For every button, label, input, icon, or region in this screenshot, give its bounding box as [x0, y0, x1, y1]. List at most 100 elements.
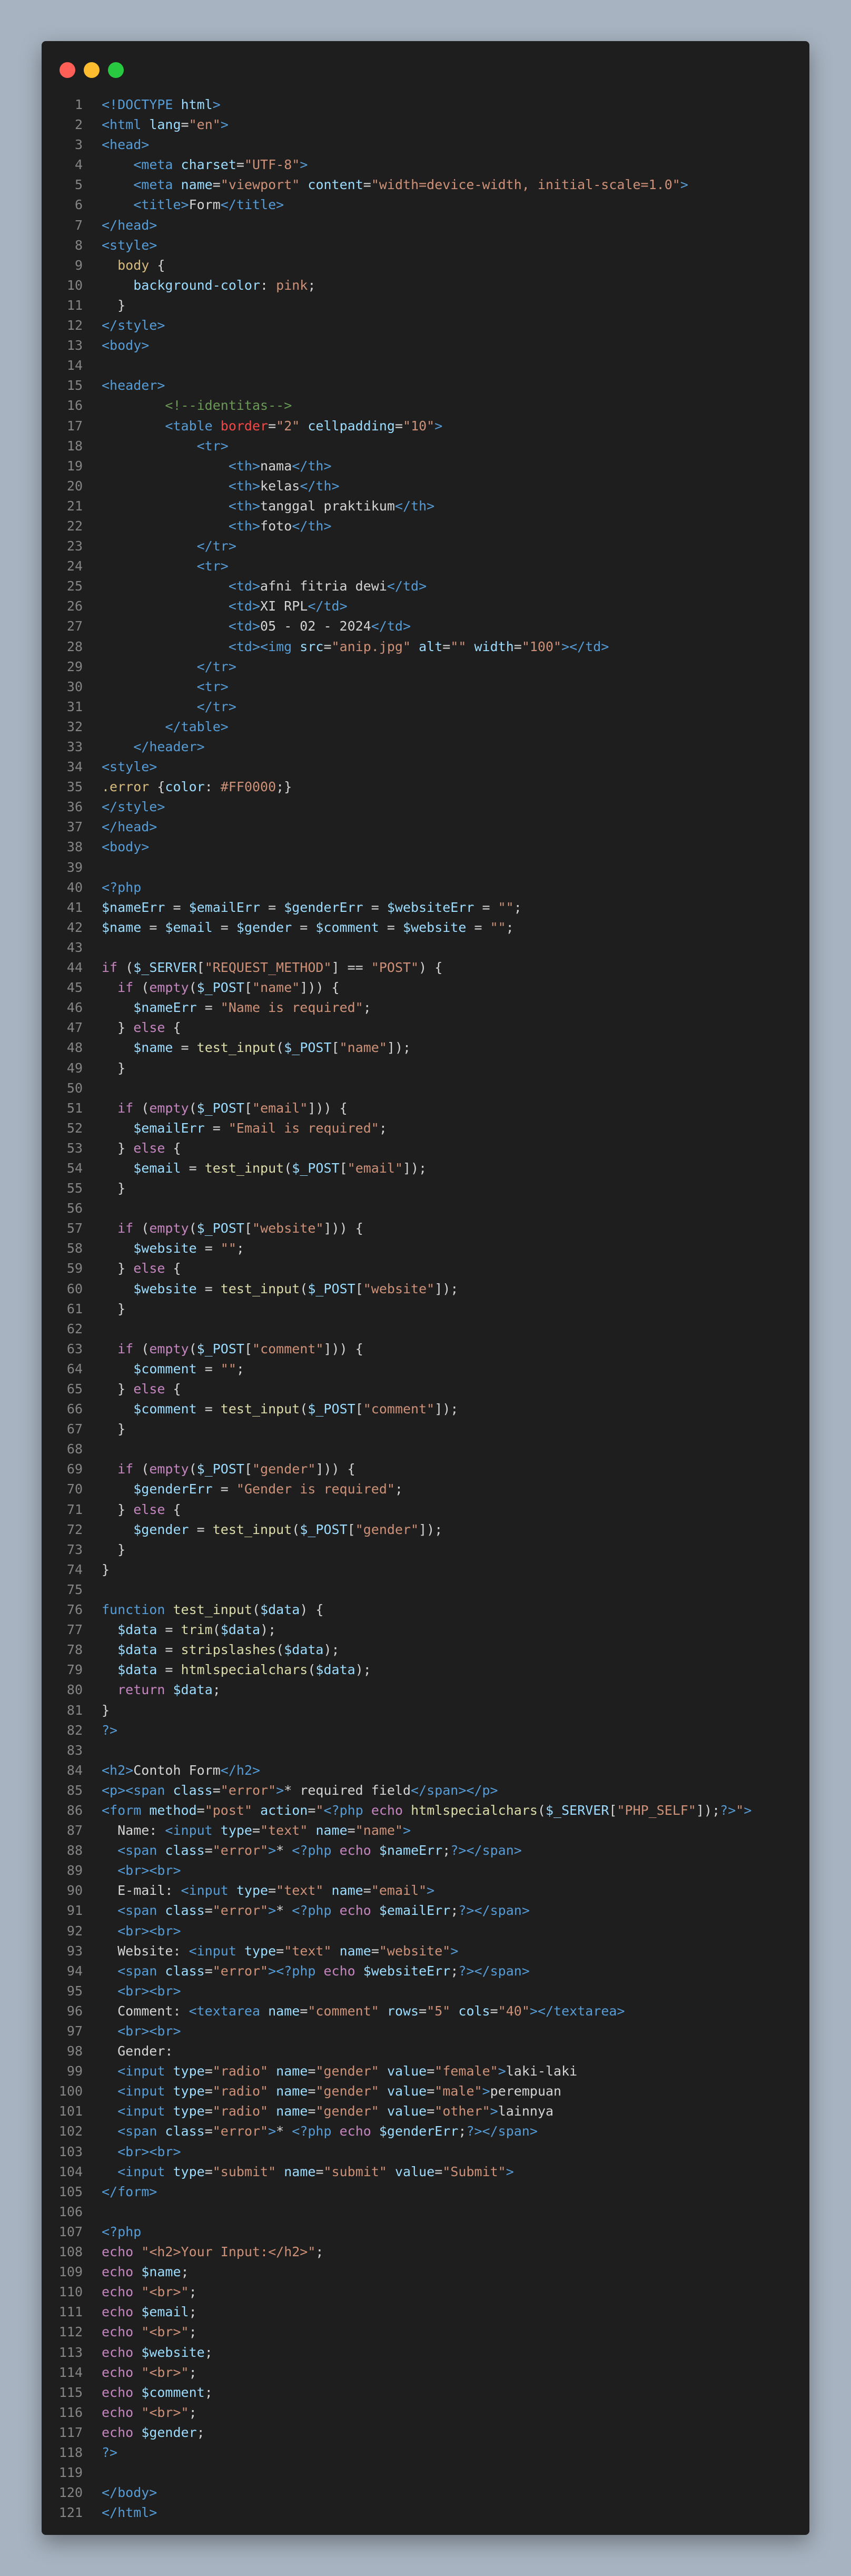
line-number: 117	[58, 2424, 83, 2440]
line-number: 34	[66, 759, 83, 775]
line-number: 66	[66, 1401, 83, 1417]
line-number: 114	[58, 2364, 83, 2380]
line-number: 2	[74, 117, 83, 133]
code-text: echo $gender;	[102, 2424, 205, 2440]
line-number: 1	[74, 97, 83, 112]
minimize-button[interactable]	[84, 62, 100, 78]
code-line: 49 }	[42, 1058, 809, 1078]
code-line: 61 }	[42, 1299, 809, 1319]
code-line: 13 <body>	[42, 336, 809, 356]
code-line: 67 }	[42, 1419, 809, 1439]
line-number: 5	[74, 177, 83, 193]
code-line: 4 <meta charset="UTF-8">	[42, 155, 809, 175]
line-number: 110	[58, 2284, 83, 2300]
line-number: 112	[58, 2324, 83, 2340]
line-number: 42	[66, 919, 83, 935]
code-text: <body>	[102, 839, 150, 855]
code-text: <td>05 - 02 - 2024</td>	[228, 618, 411, 634]
line-number: 95	[66, 1983, 83, 1999]
code-text: if (empty($_POST["email"])) {	[117, 1100, 348, 1116]
close-button[interactable]	[60, 62, 75, 78]
code-line: 87 Name: <input type="text" name="name">	[42, 1821, 809, 1841]
line-number: 25	[66, 578, 83, 594]
code-line: 103 <br><br>	[42, 2142, 809, 2162]
code-text: ?>	[102, 2444, 118, 2460]
code-text: <br><br>	[117, 1923, 181, 1939]
code-text: <title>Form</title>	[133, 197, 284, 213]
code-text: <h2>Contoh Form</h2>	[102, 1762, 261, 1778]
code-line: 38 <body>	[42, 837, 809, 857]
line-number: 75	[66, 1581, 83, 1597]
line-number: 91	[66, 1903, 83, 1919]
code-line: 69 if (empty($_POST["gender"])) {	[42, 1459, 809, 1479]
code-text: <th>nama</th>	[228, 458, 332, 474]
code-line: 92 <br><br>	[42, 1921, 809, 1941]
code-text: $gender = test_input($_POST["gender"]);	[133, 1521, 443, 1537]
code-text: return $data;	[117, 1682, 221, 1698]
line-number: 23	[66, 538, 83, 554]
line-number: 28	[66, 638, 83, 654]
code-line: 42 $name = $email = $gender = $comment = …	[42, 918, 809, 938]
code-text: <span class="error">* <?php echo $emailE…	[117, 1903, 530, 1919]
code-text: echo "<h2>Your Input:</h2>";	[102, 2244, 324, 2260]
code-text: }	[102, 1301, 126, 1316]
code-line: 75	[42, 1580, 809, 1600]
code-text: }	[102, 1421, 126, 1437]
line-number: 19	[66, 458, 83, 474]
line-number: 67	[66, 1421, 83, 1437]
line-number: 45	[66, 980, 83, 996]
line-number: 54	[66, 1160, 83, 1176]
line-number: 63	[66, 1341, 83, 1356]
line-number: 106	[58, 2204, 83, 2219]
code-line: 46 $nameErr = "Name is required";	[42, 998, 809, 1018]
code-line: 117 echo $gender;	[42, 2423, 809, 2443]
code-text: }	[102, 297, 126, 313]
line-number: 3	[74, 137, 83, 153]
code-line: 47 } else {	[42, 1018, 809, 1038]
code-line: 115 echo $comment;	[42, 2383, 809, 2403]
code-line: 113 echo $website;	[42, 2343, 809, 2363]
code-line: 93 Website: <input type="text" name="web…	[42, 1941, 809, 1961]
line-number: 16	[66, 398, 83, 414]
line-number: 41	[66, 899, 83, 915]
code-text: if ($_SERVER["REQUEST_METHOD"] == "POST"…	[102, 960, 443, 976]
code-text: <tr>	[196, 558, 229, 574]
code-line: 53 } else {	[42, 1138, 809, 1158]
code-line: 34 <style>	[42, 757, 809, 777]
code-line: 110 echo "<br>";	[42, 2282, 809, 2302]
code-line: 11 }	[42, 296, 809, 316]
line-number: 37	[66, 819, 83, 835]
line-number: 76	[66, 1602, 83, 1618]
line-number: 22	[66, 518, 83, 534]
code-line: 81}	[42, 1700, 809, 1720]
code-line: 68	[42, 1439, 809, 1459]
code-text: }	[102, 1181, 126, 1196]
line-number: 60	[66, 1281, 83, 1296]
line-number: 73	[66, 1541, 83, 1557]
maximize-button[interactable]	[108, 62, 124, 78]
code-line: 74}	[42, 1560, 809, 1580]
code-line: 86 <form method="post" action="<?php echo…	[42, 1801, 809, 1821]
line-number: 15	[66, 378, 83, 394]
code-line: 19 <th>nama</th>	[42, 456, 809, 476]
code-line: 16 <!--identitas-->	[42, 396, 809, 416]
code-line: 41 $nameErr = $emailErr = $genderErr = $w…	[42, 898, 809, 918]
code-line: 79 $data = htmlspecialchars($data);	[42, 1660, 809, 1680]
code-text: </tr>	[196, 658, 236, 674]
code-text: <th>tanggal praktikum</th>	[228, 498, 435, 514]
code-line: 88 <span class="error">* <?php echo $nam…	[42, 1841, 809, 1861]
code-line: 72 $gender = test_input($_POST["gender"]…	[42, 1520, 809, 1540]
line-number: 48	[66, 1040, 83, 1056]
code-text: }	[102, 1702, 110, 1718]
line-number: 9	[74, 257, 83, 273]
line-number: 62	[66, 1321, 83, 1336]
code-line: 89 <br><br>	[42, 1861, 809, 1881]
code-text: $email = test_input($_POST["email"]);	[133, 1160, 427, 1176]
line-number: 108	[58, 2244, 83, 2260]
line-number: 74	[66, 1561, 83, 1577]
code-text: $data = htmlspecialchars($data);	[117, 1662, 371, 1678]
line-number: 81	[66, 1702, 83, 1718]
code-line: 21 <th>tanggal praktikum</th>	[42, 496, 809, 516]
line-number: 85	[66, 1782, 83, 1798]
code-line: 55 }	[42, 1178, 809, 1198]
